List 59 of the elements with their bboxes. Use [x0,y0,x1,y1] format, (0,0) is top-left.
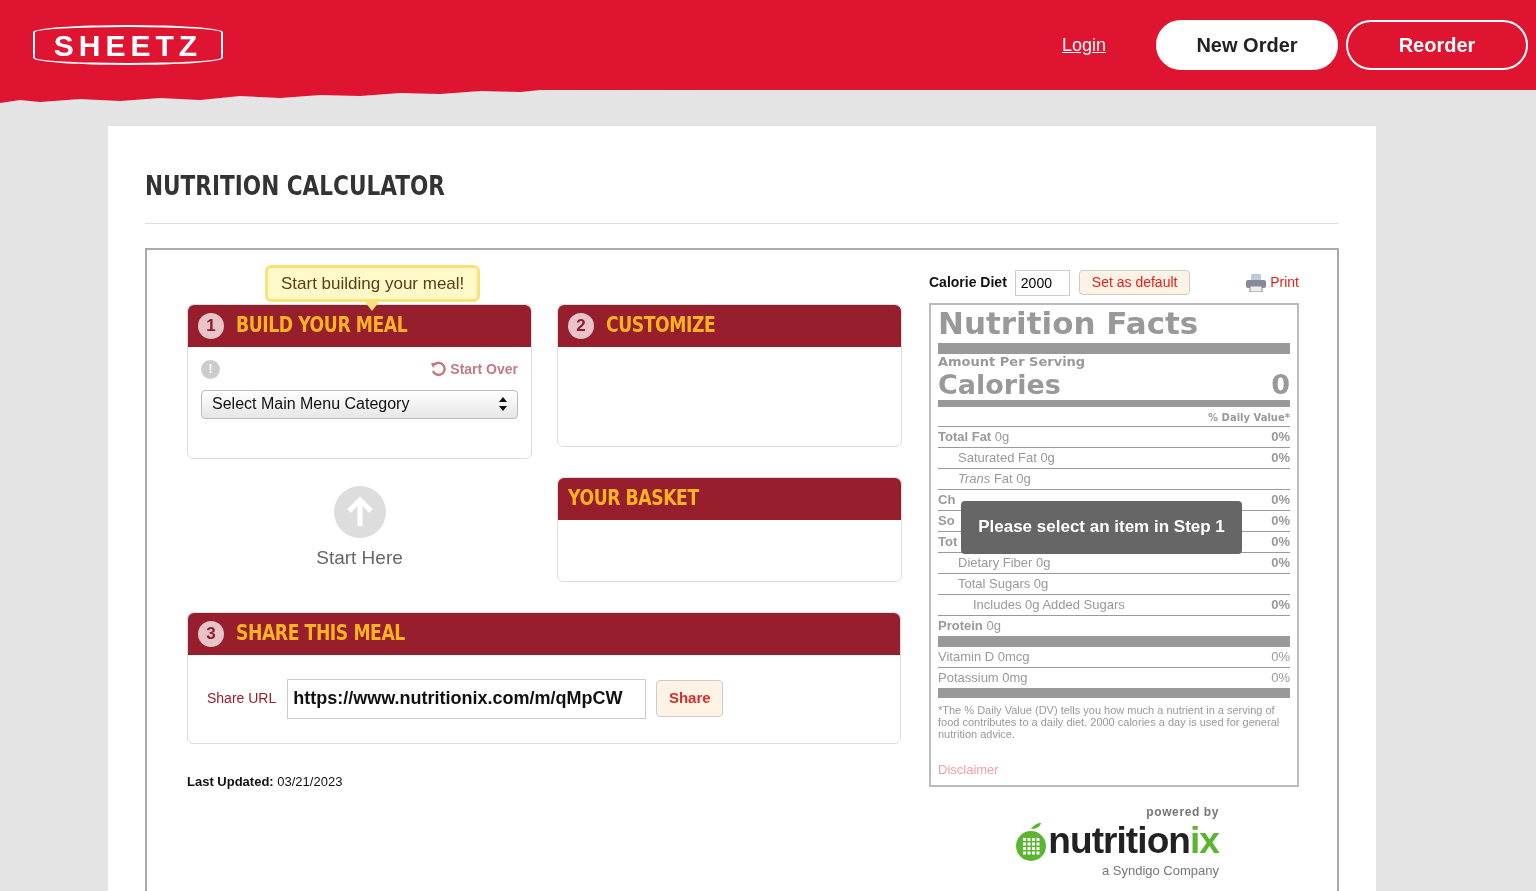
panel-title: SHARE THIS MEAL [236,619,405,647]
print-button[interactable]: Print [1246,272,1299,293]
page-title: NUTRITION CALCULATOR [145,169,446,203]
apple-logo-icon [1014,821,1049,861]
step-number: 2 [568,312,594,339]
daily-value: 0% [1271,427,1290,446]
logo[interactable]: SHEETZ [33,25,223,65]
daily-value: 0% [1271,668,1290,687]
daily-value: 0% [1271,595,1290,614]
nutrient-label: So [938,511,955,530]
nutrient-label: Includes 0g Added Sugars [973,595,1125,614]
nav-button[interactable]: Reorder [1346,20,1528,70]
share-button[interactable]: Share [656,680,724,717]
panel-title: YOUR BASKET [568,484,699,512]
last-updated-text: Last Updated: 03/21/2023 [187,772,344,791]
daily-value: 0% [1271,511,1290,530]
daily-value: 0% [1271,532,1290,551]
calories-value: 0 [1271,369,1290,400]
nutrient-label: Dietary Fiber 0g [958,553,1051,572]
set-default-button[interactable]: Set as default [1078,270,1191,295]
category-select[interactable]: Select Main Menu Category [201,389,518,419]
nutrient-label: Total Fat 0g [938,427,1010,446]
start-here-label: Start Here [316,545,403,570]
start-over-button[interactable]: Start Over [430,358,518,380]
undo-icon [430,361,447,377]
daily-value: 0% [1271,553,1290,572]
daily-value: 0% [1271,490,1290,509]
calories-label: Calories [938,369,1061,400]
share-url-label: Share URL [207,689,277,708]
nutrient-label: Saturated Fat 0g [958,448,1055,467]
tagline-text: a Syndigo Company [1101,862,1219,880]
daily-value: 0% [1271,647,1290,666]
nutrient-label: Trans Fat 0g [958,469,1031,488]
daily-value-heading: % Daily Value* [1207,410,1290,425]
calorie-diet-field[interactable]: 2000 [1014,269,1070,296]
panel-title: CUSTOMIZE [606,311,716,339]
share-url-field[interactable]: https://www.nutritionix.com/m/qMpCW [287,678,647,719]
calorie-diet-label: Calorie Diet [929,273,1007,292]
tooltip: Please select an item in Step 1 [961,500,1242,554]
nav-button[interactable]: New Order [1156,20,1338,70]
login-link[interactable]: Login [1061,31,1106,59]
powered-by-text: powered by [1146,804,1219,821]
amount-per-serving: Amount Per Serving [938,353,1087,370]
nutrient-label: Total Sugars 0g [958,574,1049,593]
nutrient-label: Ch [938,490,956,509]
nutritionix-wordmark: nutritionix [1048,821,1219,861]
printer-icon [1246,273,1267,292]
vitamin-label: Vitamin D 0mcg [938,647,1030,666]
step-number: 3 [198,620,224,647]
step-number: 1 [198,312,224,339]
nutrient-label: Tot [938,532,958,551]
hint-bubble: Start building your meal! [265,264,481,302]
vitamin-label: Potassium 0mg [938,668,1028,687]
panel-title: BUILD YOUR MEAL [236,311,408,339]
nutrition-facts-title: Nutrition Facts [938,304,1200,341]
sort-caret-icon [499,397,507,411]
daily-value: 0% [1271,448,1290,467]
nutrient-label: Protein 0g [938,616,1001,635]
footnote-text: *The % Daily Value (DV) tells you how much a nutrient in a serving of food contributes to a daily diet. 2000 calories a day is used for general nutrition advice. [938,703,1281,740]
